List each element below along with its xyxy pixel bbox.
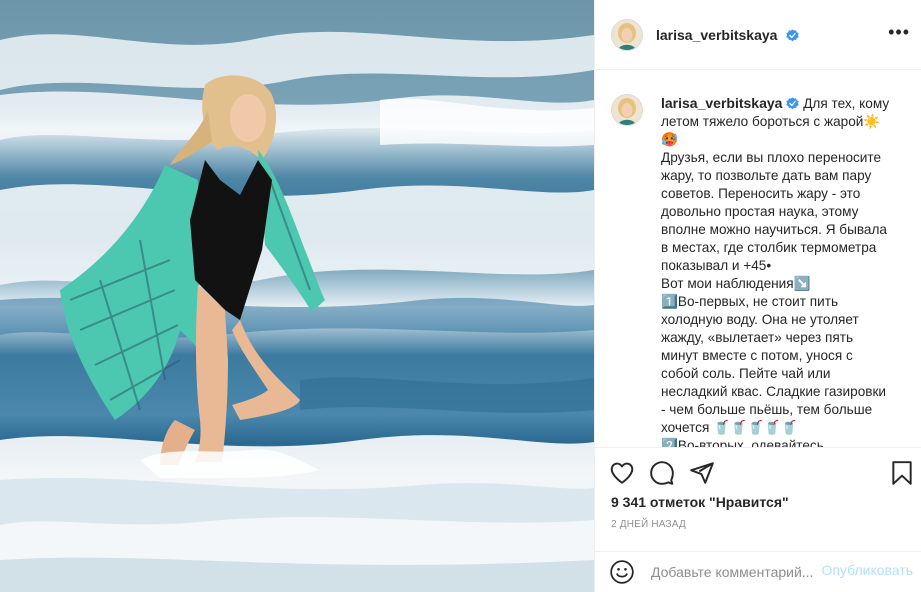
caption-line: 2️⃣Во-вторых, одевайтесь...: [661, 438, 836, 447]
post-header: larisa_verbitskaya •••: [595, 0, 921, 70]
post-sidebar: larisa_verbitskaya ••• larisa_verbitskay…: [594, 0, 921, 592]
caption-avatar[interactable]: [611, 94, 643, 126]
avatar[interactable]: [611, 19, 643, 51]
caption-username[interactable]: larisa_verbitskaya: [661, 95, 782, 111]
avatar-image: [612, 95, 642, 125]
likes-count[interactable]: 9 341 отметок "Нравится": [611, 494, 789, 510]
comment-composer: Опубликовать: [595, 551, 921, 592]
more-options-icon[interactable]: •••: [888, 22, 910, 42]
smile-icon[interactable]: [609, 559, 635, 585]
comments-section: larisa_verbitskaya Для тех, кому летом т…: [595, 70, 921, 447]
beach-photo-illustration: [0, 31, 594, 592]
post-photo[interactable]: [0, 0, 594, 592]
bookmark-icon[interactable]: [889, 460, 915, 486]
share-icon[interactable]: [689, 460, 715, 486]
avatar-image: [612, 20, 642, 50]
comment-input[interactable]: [651, 561, 817, 583]
comment-icon[interactable]: [649, 460, 675, 486]
heart-icon[interactable]: [609, 460, 635, 486]
caption-line: Друзья, если вы плохо переносите жару, т…: [661, 150, 891, 273]
publish-button[interactable]: Опубликовать: [821, 562, 913, 578]
post-username[interactable]: larisa_verbitskaya: [656, 27, 777, 43]
post-caption: larisa_verbitskaya Для тех, кому летом т…: [661, 94, 891, 447]
caption-line: 1️⃣Во-первых, не стоит пить холодную вод…: [661, 294, 890, 435]
post-actions: 9 341 отметок "Нравится" 2 ДНЕЙ НАЗАД: [595, 447, 921, 551]
verified-badge-icon: [786, 29, 799, 42]
caption-line: Вот мои наблюдения↘️: [661, 276, 811, 291]
post-date[interactable]: 2 ДНЕЙ НАЗАД: [611, 519, 686, 530]
verified-badge-icon: [786, 97, 800, 110]
